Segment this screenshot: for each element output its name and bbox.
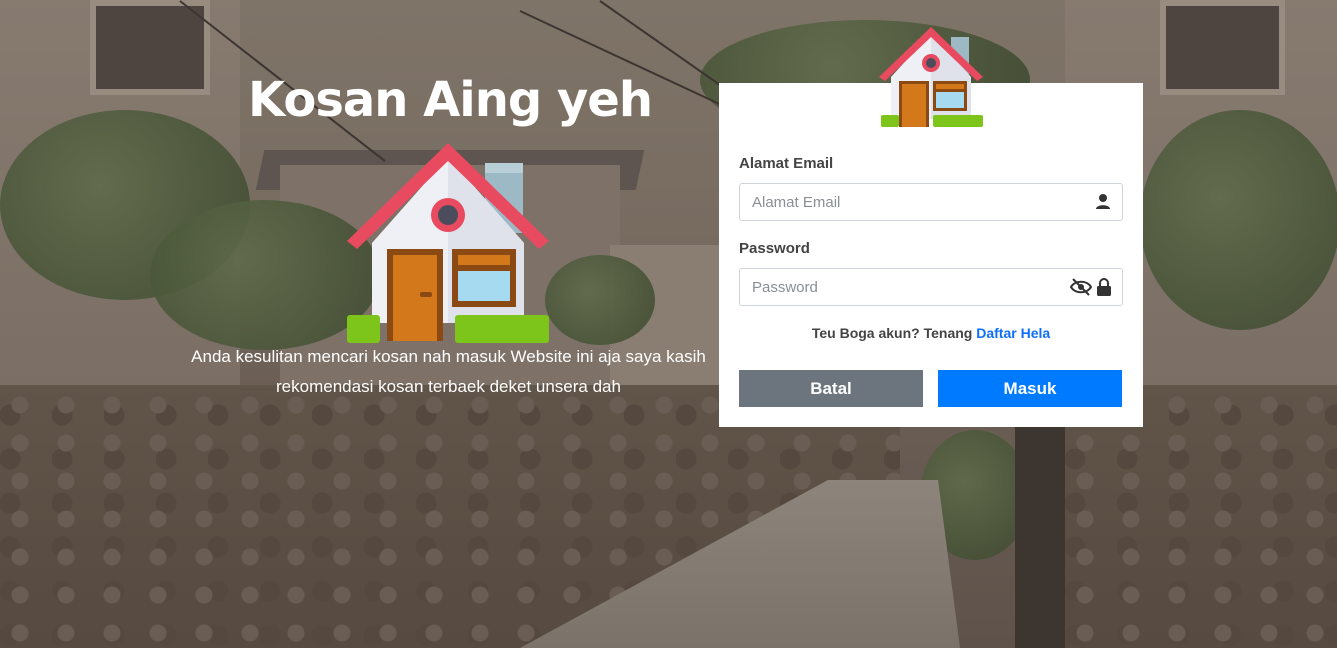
email-input[interactable] [740,184,1084,220]
user-icon [1096,194,1110,209]
background-foliage [150,200,380,350]
hero-description: Anda kesulitan mencari kosan nah masuk W… [191,347,706,396]
card-logo-house-icon [879,27,983,127]
eye-slash-icon[interactable] [1070,278,1092,296]
password-field-wrapper [739,268,1123,306]
signup-prompt-text: Teu Boga akun? Tenang [811,325,973,341]
password-label: Password [739,240,810,257]
house-icon [347,143,549,343]
lock-icon [1097,278,1111,296]
hero-title: Kosan Aing yeh [247,72,653,128]
login-button[interactable]: Masuk [938,370,1122,407]
signup-prompt: Teu Boga akun? Tenang Daftar Hela [719,325,1143,341]
password-input[interactable] [740,269,1084,305]
email-label: Alamat Email [739,155,834,172]
login-page: Kosan Aing yeh Anda kesulitan mencari ko… [0,0,1337,648]
login-card: Alamat Email Password Teu Boga akun? Ten… [719,83,1143,427]
background-pole [1015,420,1065,648]
cancel-button[interactable]: Batal [739,370,923,407]
background-foliage [1140,110,1337,330]
signup-link[interactable]: Daftar Hela [976,325,1050,341]
background-foliage [545,255,655,345]
email-field-wrapper [739,183,1123,221]
